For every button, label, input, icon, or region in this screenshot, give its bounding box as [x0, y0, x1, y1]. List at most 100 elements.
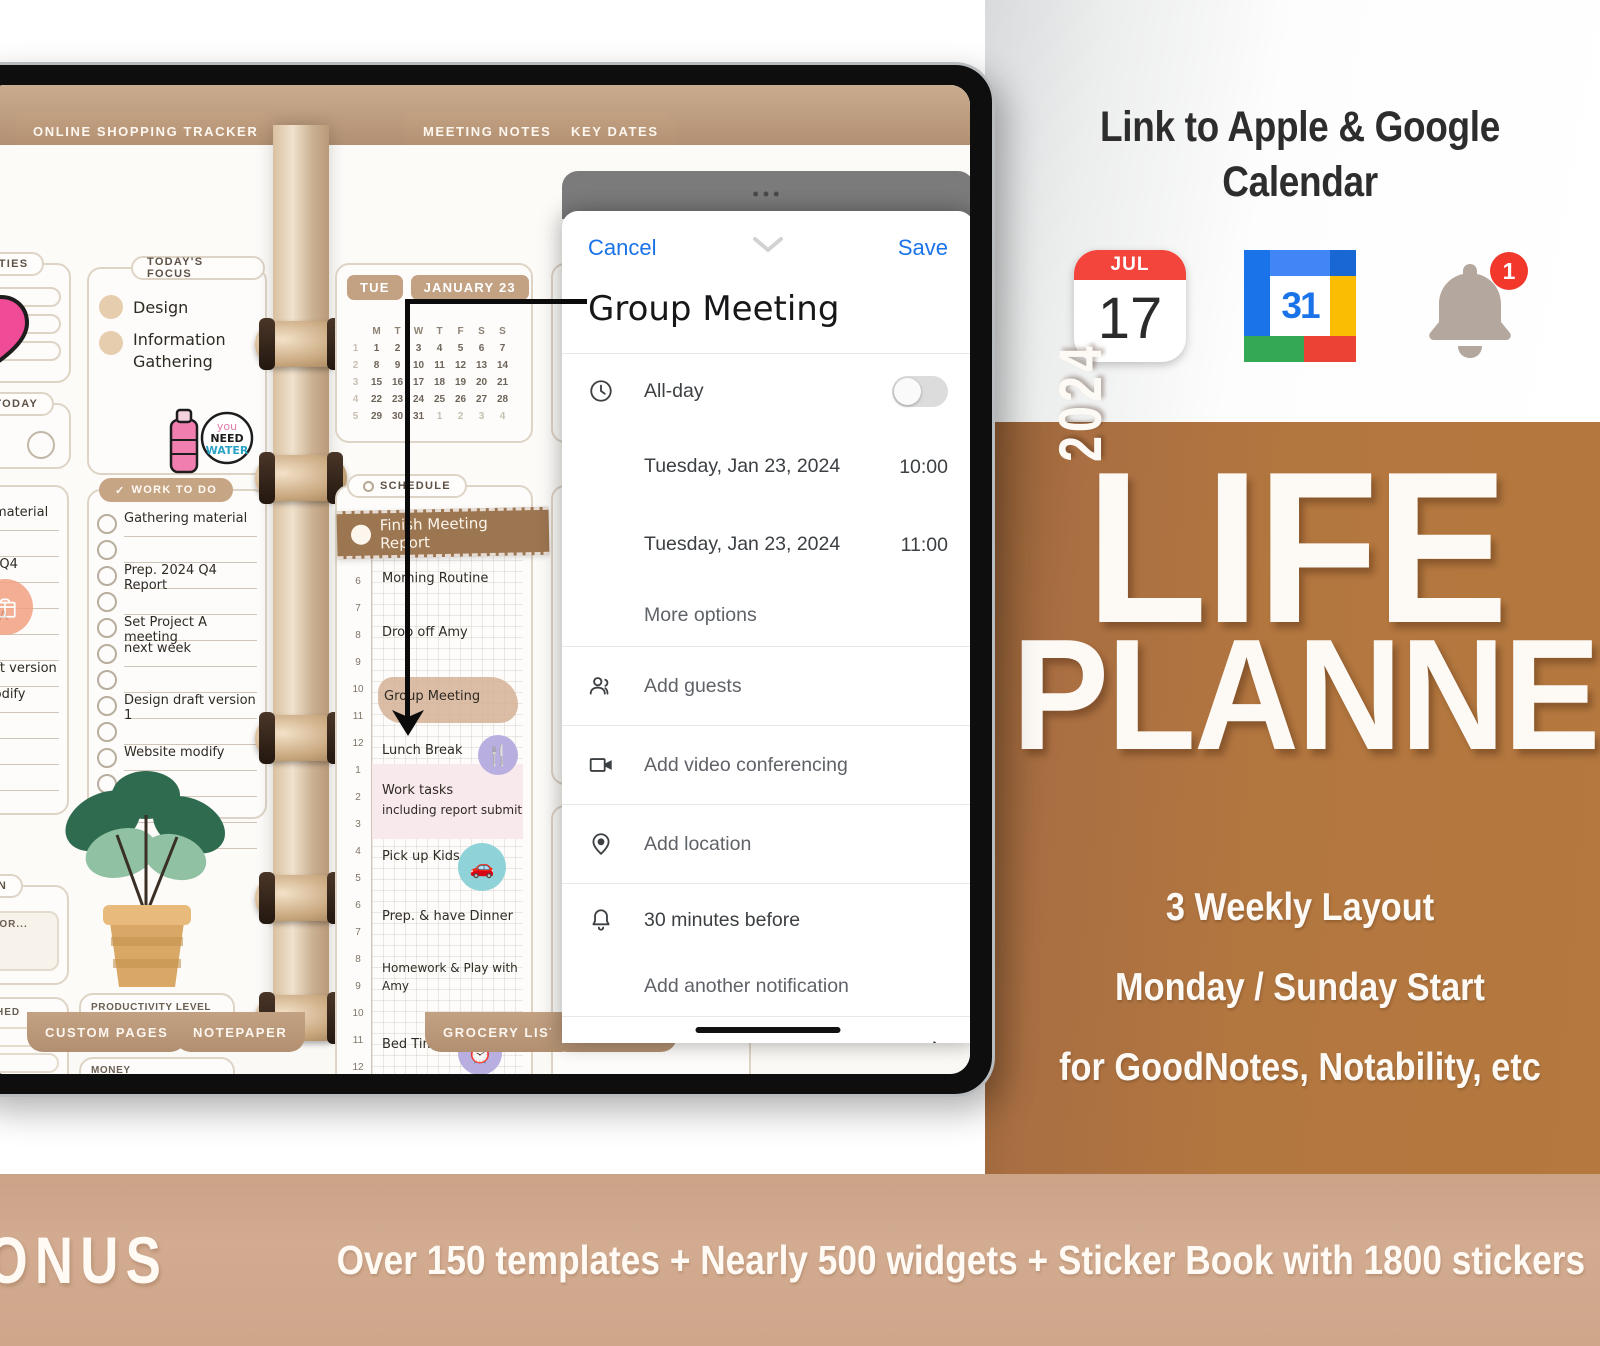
work-checkbox[interactable]: [97, 514, 117, 534]
home-indicator: [695, 1027, 841, 1033]
annotation-arrowhead: [392, 710, 424, 736]
marketing-headline: Link to Apple & Google Calendar: [1100, 103, 1500, 207]
all-day-row[interactable]: All-day: [562, 354, 970, 428]
work-todo-label: ✓ WORK TO DO: [99, 478, 234, 502]
people-icon: [588, 673, 644, 699]
work-item[interactable]: Gathering material: [124, 511, 257, 537]
work-checkbox[interactable]: [97, 540, 117, 560]
annotation-line-horizontal: [405, 299, 587, 304]
schedule-hours: 567 8910 11121 234 567 8910 1112: [352, 549, 364, 1073]
grateful-label: GRATEFUL FOR...: [0, 919, 28, 930]
video-camera-icon: [588, 752, 644, 778]
apple-calendar-month: JUL: [1074, 250, 1186, 280]
add-guests-row[interactable]: Add guests: [562, 647, 970, 725]
check-icon: ✓: [115, 484, 126, 497]
work-checkbox[interactable]: [97, 618, 117, 638]
sheet-toolbar: Cancel Save: [562, 211, 970, 285]
cancel-button[interactable]: Cancel: [588, 235, 656, 261]
feature-item: for GoodNotes, Notability, etc: [1059, 1045, 1541, 1089]
screenshot-root: Link to Apple & Google Calendar JUL 17 3…: [0, 0, 1600, 1346]
work-checkbox[interactable]: [97, 592, 117, 612]
binder-ring: [255, 872, 347, 924]
schedule-item[interactable]: Pick up Kids: [382, 849, 460, 864]
done-today-checkbox[interactable]: [27, 431, 55, 459]
schedule-item[interactable]: Group Meeting: [384, 689, 480, 704]
schedule-item[interactable]: Homework & Play with: [382, 961, 518, 975]
more-options-label[interactable]: More options: [644, 604, 948, 627]
schedule-item[interactable]: Work tasks: [382, 783, 453, 798]
event-editor-sheet: Cancel Save Group Meeting All-day Tuesda…: [562, 211, 970, 1043]
focus-bullet-icon: [99, 295, 123, 319]
add-location-row[interactable]: Add location: [562, 805, 970, 883]
add-notification-label[interactable]: Add another notification: [644, 975, 948, 998]
tab-notepaper[interactable]: NOTEPAPER: [175, 1012, 306, 1052]
notification-label[interactable]: 30 minutes before: [644, 909, 948, 932]
add-guests-label[interactable]: Add guests: [644, 675, 948, 698]
binder-ring: [255, 452, 347, 504]
drag-dots-icon[interactable]: •••: [562, 185, 970, 203]
schedule-item[interactable]: Lunch Break: [382, 743, 462, 758]
event-title-input[interactable]: Group Meeting: [562, 285, 970, 354]
done-today-card: DONE TODAY: [0, 392, 71, 469]
focus-item[interactable]: Design: [133, 298, 188, 317]
finish-meeting-report-banner[interactable]: Finish Meeting Report: [336, 506, 550, 560]
bell-badge-count: 1: [1490, 252, 1528, 290]
work-checkbox[interactable]: [97, 644, 117, 664]
all-day-label: All-day: [644, 379, 704, 402]
focus-bullet-icon: [99, 331, 123, 355]
all-day-toggle[interactable]: [892, 375, 948, 407]
tab-custom-pages[interactable]: CUSTOM PAGES: [27, 1012, 187, 1052]
svg-text:WATER: WATER: [206, 444, 249, 457]
schedule-item[interactable]: Amy: [382, 979, 409, 993]
start-date[interactable]: Tuesday, Jan 23, 2024: [644, 452, 899, 481]
notification-bell-icon: 1: [1414, 250, 1528, 362]
save-button[interactable]: Save: [898, 235, 948, 261]
work-item[interactable]: Set Project A meeting: [124, 615, 257, 645]
work-checkbox[interactable]: [97, 696, 117, 716]
work-checkbox[interactable]: [97, 722, 117, 742]
work-checkbox[interactable]: [97, 670, 117, 690]
priorities-label: PRIORITIES: [0, 252, 45, 276]
left-todo-item[interactable]: Design draft version 1: [0, 661, 59, 687]
todays-focus-label: TODAY'S FOCUS: [131, 256, 265, 280]
schedule-item[interactable]: Drop off Amy: [382, 625, 468, 640]
end-time[interactable]: 11:00: [901, 534, 948, 557]
end-date[interactable]: Tuesday, Jan 23, 2024: [644, 530, 901, 559]
work-item[interactable]: next week: [124, 641, 257, 667]
work-checkbox[interactable]: [97, 566, 117, 586]
bonus-bar: BONUS Over 150 templates + Nearly 500 wi…: [0, 1174, 1600, 1346]
add-location-label[interactable]: Add location: [644, 833, 948, 856]
schedule-card: SCHEDULE 567 8910 11121 234 567 8910 111…: [335, 474, 533, 1074]
start-time[interactable]: 10:00: [899, 456, 948, 479]
google-calendar-day: 31: [1281, 285, 1320, 326]
google-calendar-icon: 31: [1244, 250, 1356, 362]
binder-ring: [255, 318, 347, 370]
add-notification-row[interactable]: Add another notification: [562, 956, 970, 1016]
schedule-item[interactable]: Prep. & have Dinner: [382, 909, 513, 924]
work-item[interactable]: Prep. 2024 Q4 Report: [124, 563, 257, 593]
schedule-item[interactable]: Morning Routine: [382, 571, 488, 586]
car-icon: 🚗: [458, 843, 506, 891]
schedule-item[interactable]: including report submit: [382, 803, 522, 817]
clock-icon: [588, 378, 644, 404]
add-video-row[interactable]: Add video conferencing: [562, 726, 970, 804]
mini-calendar[interactable]: MTWTFSS 11234567 2 8 9 10 11 12 13 14 3 15 16 17 18…: [345, 323, 513, 425]
bell-icon: [588, 907, 644, 933]
focus-item[interactable]: Information Gathering: [133, 329, 226, 372]
chevron-down-icon[interactable]: [753, 237, 783, 253]
start-datetime-row[interactable]: Tuesday, Jan 23, 2024 10:00: [562, 428, 970, 506]
notification-row[interactable]: 30 minutes before: [562, 884, 970, 956]
end-datetime-row[interactable]: Tuesday, Jan 23, 2024 11:00: [562, 506, 970, 584]
left-todo-item[interactable]: Gathering material: [0, 505, 59, 531]
chevron-right-icon[interactable]: [930, 1039, 948, 1043]
binder-ring: [255, 712, 347, 764]
left-todo-item[interactable]: Website modify: [0, 687, 59, 713]
banner-bullet-icon: [350, 524, 372, 545]
work-item[interactable]: Design draft version 1: [124, 693, 257, 723]
add-video-label[interactable]: Add video conferencing: [644, 754, 948, 777]
annotation-line-vertical: [405, 299, 410, 719]
schedule-grid[interactable]: Morning Routine Drop off Amy Group Meeti…: [371, 549, 523, 1074]
done-today-label: DONE TODAY: [0, 392, 55, 416]
more-options-row[interactable]: More options: [562, 584, 970, 646]
feature-item: Monday / Sunday Start: [1115, 965, 1485, 1009]
